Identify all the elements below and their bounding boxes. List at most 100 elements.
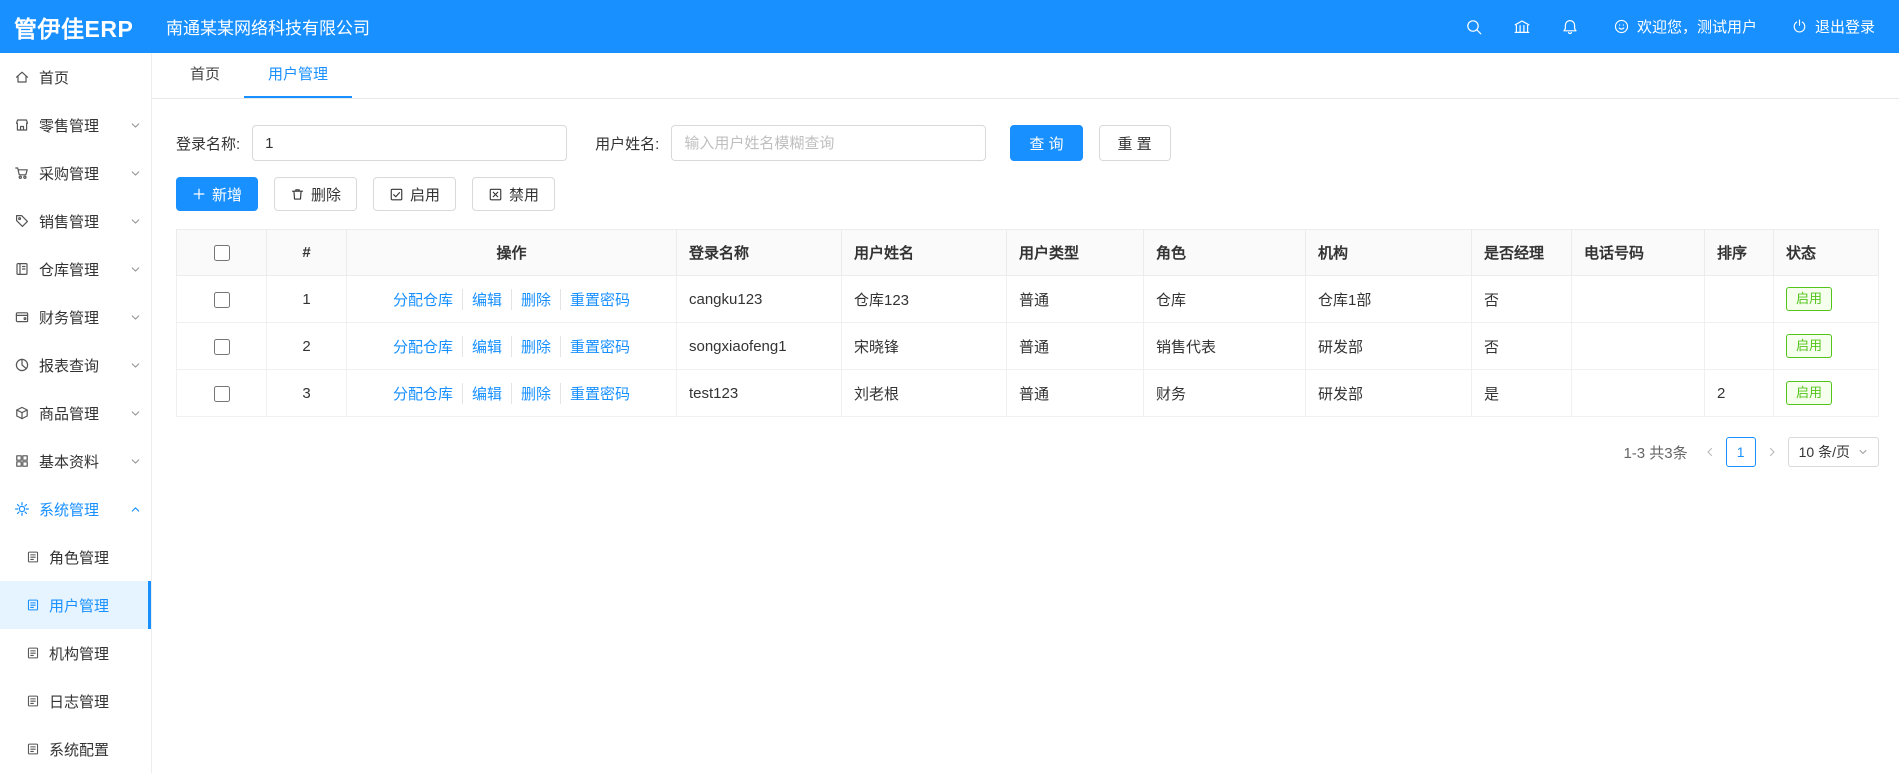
col-user-name: 用户姓名 [841, 229, 1007, 276]
sidebar-item-label: 零售管理 [39, 117, 100, 135]
home-bank-icon[interactable] [1513, 18, 1531, 36]
row-checkbox[interactable] [213, 291, 230, 308]
sidebar-item-report[interactable]: 报表查询 [0, 341, 151, 389]
sidebar-item-label: 首页 [39, 69, 70, 87]
delete-link[interactable]: 删除 [512, 335, 562, 357]
delete-link[interactable]: 删除 [512, 382, 562, 404]
sidebar-item-warehouse[interactable]: 仓库管理 [0, 245, 151, 293]
logout-icon [1791, 18, 1808, 35]
reset-password-link[interactable]: 重置密码 [561, 336, 639, 357]
logout-text: 退出登录 [1814, 19, 1875, 36]
trash-icon [290, 187, 305, 202]
sidebar-subitem-system-config[interactable]: 系统配置 [0, 725, 151, 773]
sidebar-subitem-user-mgmt[interactable]: 用户管理 [0, 581, 151, 629]
toolbar: 新增 删除 启用 禁用 [176, 177, 1879, 211]
app-logo: 管伊佳ERP [14, 15, 134, 42]
cell-index: 2 [266, 322, 347, 370]
disable-button[interactable]: 禁用 [472, 177, 556, 211]
reset-button[interactable]: 重 置 [1098, 125, 1171, 161]
sidebar-item-finance[interactable]: 财务管理 [0, 293, 151, 341]
cell-sort [1704, 322, 1774, 370]
add-button[interactable]: 新增 [176, 177, 259, 211]
sidebar-item-purchase[interactable]: 采购管理 [0, 149, 151, 197]
user-smile-icon [1613, 18, 1630, 35]
delete-button[interactable]: 删除 [274, 177, 358, 211]
col-phone: 电话号码 [1571, 229, 1705, 276]
page-size-value: 10 条/页 [1798, 444, 1850, 460]
document-icon [26, 694, 40, 708]
disable-button-label: 禁用 [509, 186, 540, 204]
welcome-user[interactable]: 欢迎您，测试用户 [1613, 16, 1757, 37]
table-row: 1 分配仓库 编辑 删除 重置密码 cangku123 仓库123 普通 仓库 … [176, 275, 1879, 323]
cell-type: 普通 [1006, 369, 1144, 417]
col-status: 状态 [1773, 229, 1879, 276]
cell-phone [1571, 275, 1705, 323]
sidebar-item-home[interactable]: 首页 [0, 53, 151, 101]
sidebar-subitem-label: 机构管理 [49, 645, 110, 663]
add-button-label: 新增 [212, 186, 243, 204]
document-icon [26, 598, 40, 612]
sidebar-subitem-label: 角色管理 [49, 549, 110, 567]
user-name-input[interactable] [671, 125, 987, 161]
cell-org: 研发部 [1305, 369, 1472, 417]
sidebar-item-retail[interactable]: 零售管理 [0, 101, 151, 149]
shop-icon [14, 117, 30, 133]
assign-warehouse-link[interactable]: 分配仓库 [384, 382, 463, 404]
cart-icon [14, 165, 30, 181]
sidebar-subitem-role-mgmt[interactable]: 角色管理 [0, 533, 151, 581]
chevron-down-icon [130, 360, 141, 371]
chevron-down-icon [130, 456, 141, 467]
pagination: 1-3 共3条 1 10 条/页 [176, 437, 1879, 467]
chevron-down-icon [130, 408, 141, 419]
tab-home[interactable]: 首页 [166, 53, 244, 98]
assign-warehouse-link[interactable]: 分配仓库 [384, 288, 463, 310]
chevron-down-icon [1858, 447, 1868, 457]
logout-button[interactable]: 退出登录 [1791, 16, 1875, 37]
col-sort: 排序 [1704, 229, 1774, 276]
next-page-icon[interactable] [1766, 446, 1778, 458]
pie-chart-icon [14, 357, 30, 373]
topbar: 管伊佳ERP 南通某某网络科技有限公司 欢迎您，测试用户 退出登录 [0, 0, 1899, 53]
edit-link[interactable]: 编辑 [463, 288, 512, 310]
edit-link[interactable]: 编辑 [463, 382, 512, 404]
search-icon[interactable] [1465, 18, 1483, 36]
search-button[interactable]: 查 询 [1010, 125, 1083, 161]
tab-user-mgmt[interactable]: 用户管理 [244, 53, 353, 98]
cell-login: songxiaofeng1 [676, 322, 842, 370]
sidebar-item-label: 商品管理 [39, 405, 100, 423]
chevron-down-icon [130, 120, 141, 131]
sidebar-item-goods[interactable]: 商品管理 [0, 389, 151, 437]
page-number-button[interactable]: 1 [1725, 437, 1756, 467]
status-badge: 启用 [1786, 380, 1833, 406]
edit-link[interactable]: 编辑 [463, 335, 512, 357]
sidebar-subitem-org-mgmt[interactable]: 机构管理 [0, 629, 151, 677]
sidebar-subitem-log-mgmt[interactable]: 日志管理 [0, 677, 151, 725]
cell-org: 研发部 [1305, 322, 1472, 370]
page-size-select[interactable]: 10 条/页 [1787, 437, 1879, 467]
reset-password-link[interactable]: 重置密码 [561, 289, 639, 310]
reset-password-link[interactable]: 重置密码 [561, 383, 639, 404]
delete-link[interactable]: 删除 [512, 288, 562, 310]
price-tag-icon [14, 213, 30, 229]
login-name-input[interactable] [252, 125, 568, 161]
check-square-icon [389, 187, 404, 202]
document-icon [26, 742, 40, 756]
assign-warehouse-link[interactable]: 分配仓库 [384, 335, 463, 357]
table-header-row: # 操作 登录名称 用户姓名 用户类型 角色 机构 是否经理 电话号码 排序 状… [176, 229, 1879, 276]
sidebar-item-basic-data[interactable]: 基本资料 [0, 437, 151, 485]
sidebar-item-sales[interactable]: 销售管理 [0, 197, 151, 245]
enable-button[interactable]: 启用 [373, 177, 457, 211]
col-user-type: 用户类型 [1006, 229, 1144, 276]
bell-icon[interactable] [1561, 18, 1579, 36]
select-all-checkbox[interactable] [213, 245, 230, 262]
cell-role: 财务 [1143, 369, 1306, 417]
sidebar-item-label: 仓库管理 [39, 261, 100, 279]
plus-icon [192, 187, 206, 201]
row-checkbox[interactable] [213, 385, 230, 402]
prev-page-icon[interactable] [1704, 446, 1716, 458]
grid-icon [14, 453, 30, 469]
row-checkbox[interactable] [213, 338, 230, 355]
chevron-down-icon [130, 264, 141, 275]
sidebar-item-system[interactable]: 系统管理 [0, 485, 151, 533]
sidebar-subitem-label: 系统配置 [49, 741, 110, 759]
